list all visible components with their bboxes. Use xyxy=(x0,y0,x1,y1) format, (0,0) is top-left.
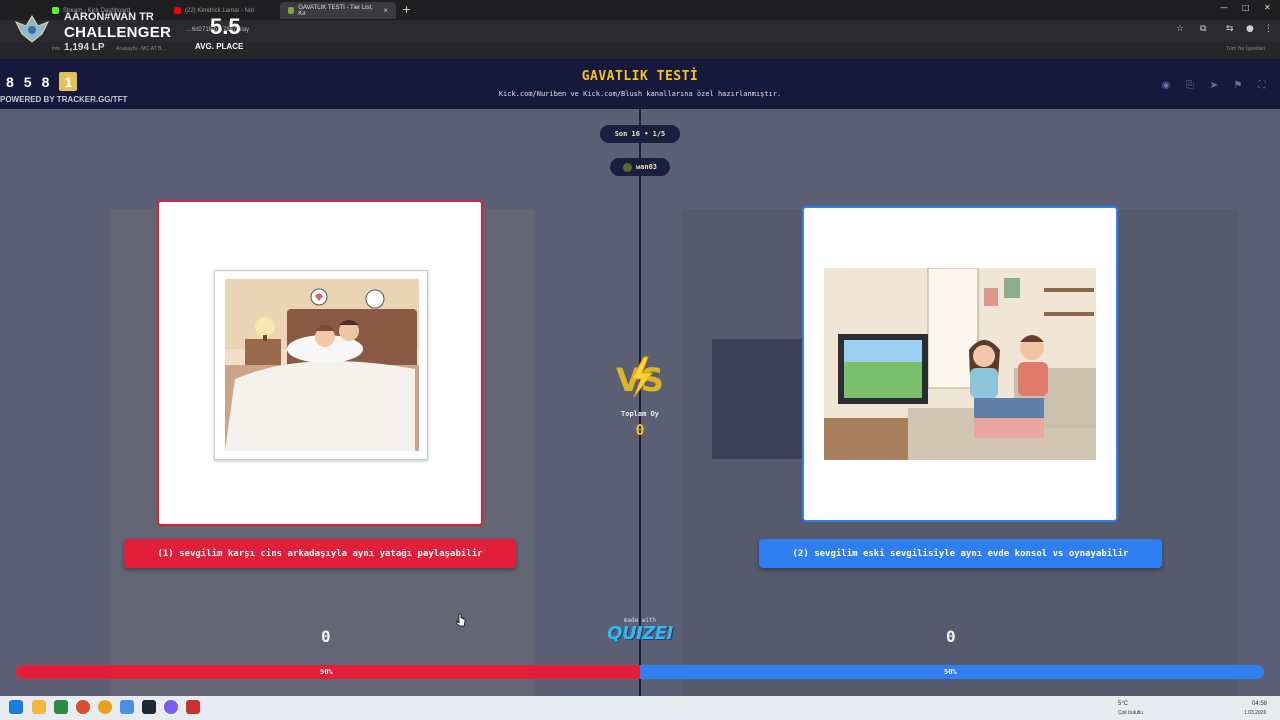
profile-icon[interactable]: ● xyxy=(1246,24,1254,34)
eye-icon[interactable]: ◉ xyxy=(1158,77,1174,93)
weather-desc: Çok bulutlu xyxy=(1118,710,1144,716)
option-2-percent: 50% xyxy=(944,668,957,676)
maximize-icon[interactable]: □ xyxy=(1242,3,1250,12)
bookmark-star-icon[interactable]: ☆ xyxy=(1176,24,1184,34)
tab-gavatlik-testi[interactable]: GAVATLIK TESTİ - Tier List, Kır × xyxy=(280,2,396,19)
avatar xyxy=(622,162,632,172)
option-card-2[interactable] xyxy=(802,206,1118,522)
place-item: 8 xyxy=(41,73,50,90)
minimize-icon[interactable]: — xyxy=(1220,3,1228,12)
overlay-avg-label: AVG. PLACE xyxy=(195,42,244,51)
total-votes-label: Toplam Oy xyxy=(621,410,659,418)
discord-icon[interactable] xyxy=(164,700,178,714)
overlay-powered-by: POWERED BY TRACKER.GG/TFT xyxy=(0,95,128,104)
browser-tab-strip: Stream - Kick Dashboard (22) Kendrick La… xyxy=(0,0,1280,20)
new-tab-icon[interactable]: + xyxy=(402,3,411,16)
riot-icon[interactable] xyxy=(186,700,200,714)
sidebar-icon[interactable]: ⇆ xyxy=(1226,24,1234,34)
overlay-rank: CHALLENGER xyxy=(64,24,172,41)
center-divider xyxy=(639,109,641,696)
file-explorer-icon[interactable] xyxy=(32,700,46,714)
clock-date: 1.03.2026 xyxy=(1244,710,1267,716)
bookmark-item[interactable]: İnfo xyxy=(52,46,60,52)
quizei-logo[interactable]: QUIZEI xyxy=(590,623,690,644)
user-badge: wan03 xyxy=(610,158,670,176)
quizei-icon xyxy=(288,7,295,14)
total-votes-value: 0 xyxy=(635,421,645,439)
challenger-emblem-icon xyxy=(14,15,50,43)
chrome-icon[interactable] xyxy=(98,700,112,714)
clock-time[interactable]: 04:58 xyxy=(1252,701,1267,707)
gaming-illustration xyxy=(824,268,1096,460)
overlay-avg-value: 5.5 xyxy=(210,14,241,39)
extensions-icon[interactable]: ⧉ xyxy=(1200,24,1206,34)
bookmarks-bar xyxy=(0,42,1280,59)
app-icon[interactable] xyxy=(120,700,134,714)
page-title: GAVATLIK TESTİ xyxy=(581,69,699,84)
close-tab-icon[interactable]: × xyxy=(383,6,388,15)
page-subtitle: Kick.com/Nuriben ve Kick.com/Blush kanal… xyxy=(498,90,782,98)
overlay-lp: 1,194 LP xyxy=(64,42,105,53)
option-2-vote-count: 0 xyxy=(946,627,956,646)
bed-illustration xyxy=(225,279,419,451)
option-1-button[interactable]: (1) sevgilim karşı cins arkadaşıyla aynı… xyxy=(124,539,516,568)
weather-temp[interactable]: 5°C xyxy=(1118,701,1128,707)
place-item: 5 xyxy=(23,73,32,90)
vs-lightning-icon: VS xyxy=(616,356,664,399)
youtube-icon xyxy=(174,7,181,14)
close-window-icon[interactable]: ✕ xyxy=(1264,3,1271,12)
option-1-percent: 50% xyxy=(320,668,333,676)
overlay-recent-places: 8 5 8 1 xyxy=(6,72,78,91)
voting-area: Son 16 • 1/5 wan03 (1) sevgilim karşı ci… xyxy=(0,109,1280,696)
mouse-cursor-icon xyxy=(456,613,466,627)
option-image-1 xyxy=(214,270,428,460)
option-card-1[interactable] xyxy=(157,200,483,526)
all-bookmarks[interactable]: Tüm Yer İşaretleri xyxy=(1226,46,1265,52)
round-badge: Son 16 • 1/5 xyxy=(600,125,680,143)
option-1-vote-count: 0 xyxy=(321,627,331,646)
place-item-first: 1 xyxy=(59,72,78,91)
app-icon[interactable] xyxy=(54,700,68,714)
option-2-button[interactable]: (2) sevgilim eski sevgilisiyle aynı evde… xyxy=(759,539,1162,568)
app-header xyxy=(0,59,1280,109)
bookmark-item[interactable]: Anasayfa - MC-AT B… xyxy=(116,46,166,52)
share-icon[interactable]: ⎘ xyxy=(1182,77,1198,93)
steam-icon[interactable] xyxy=(142,700,156,714)
obs-icon[interactable] xyxy=(76,700,90,714)
menu-icon[interactable]: ⋮ xyxy=(1264,24,1273,34)
flag-icon[interactable]: ⚑ xyxy=(1230,77,1246,93)
place-item: 8 xyxy=(6,73,14,90)
windows-start-icon[interactable] xyxy=(9,700,23,714)
fullscreen-icon[interactable]: ⛶ xyxy=(1254,77,1270,93)
send-icon[interactable]: ➤ xyxy=(1206,77,1222,93)
kick-icon xyxy=(52,7,59,14)
overlay-player-name: AARON#WAN TR xyxy=(64,11,154,23)
